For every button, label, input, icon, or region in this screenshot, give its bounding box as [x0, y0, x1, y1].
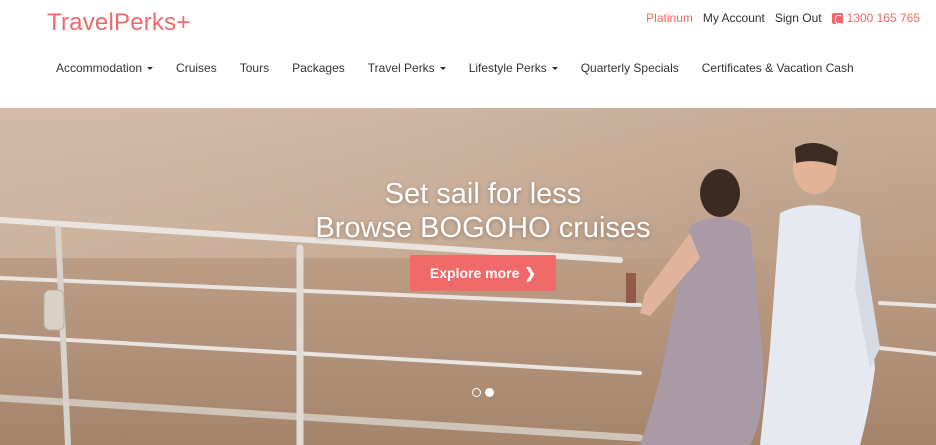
- nav-item-packages[interactable]: Packages: [280, 61, 356, 75]
- phone-link[interactable]: 1300 165 765: [831, 11, 920, 25]
- hero-heading: Set sail for less: [384, 178, 582, 210]
- nav-label: Packages: [292, 61, 345, 75]
- membership-tier: Platinum: [646, 11, 693, 25]
- nav-item-quarterly-specials[interactable]: Quarterly Specials: [569, 61, 690, 75]
- nav-label: Quarterly Specials: [580, 61, 679, 75]
- site-logo[interactable]: TravelPerks+: [47, 9, 191, 37]
- carousel-dot-2[interactable]: [485, 388, 494, 397]
- my-account-link[interactable]: My Account: [703, 11, 765, 25]
- caret-down-icon: [147, 66, 154, 70]
- nav-item-cruises[interactable]: Cruises: [164, 61, 228, 75]
- phone-number: 1300 165 765: [846, 11, 920, 25]
- nav-item-tours[interactable]: Tours: [228, 61, 280, 75]
- nav-label: Tours: [239, 61, 270, 75]
- hero-banner: Set sail for less Browse BOGOHO cruises …: [0, 108, 936, 445]
- nav-item-lifestyle-perks[interactable]: Lifestyle Perks: [457, 61, 569, 75]
- site-header: TravelPerks+ Platinum My Account Sign Ou…: [0, 0, 936, 108]
- account-bar: Platinum My Account Sign Out 1300 165 76…: [646, 11, 920, 25]
- carousel-indicators: [472, 388, 494, 397]
- explore-more-button[interactable]: Explore more ❯: [410, 255, 556, 291]
- caret-down-icon: [439, 66, 446, 70]
- caret-down-icon: [551, 66, 558, 70]
- hero-subheading: Browse BOGOHO cruises: [315, 212, 651, 244]
- nav-label: Cruises: [176, 61, 217, 75]
- nav-label: Certificates & Vacation Cash: [701, 61, 854, 75]
- nav-label: Accommodation: [56, 61, 143, 75]
- chevron-right-icon: ❯: [524, 264, 537, 281]
- phone-icon: [831, 12, 843, 24]
- nav-label: Lifestyle Perks: [468, 61, 547, 75]
- nav-item-accommodation[interactable]: Accommodation: [44, 61, 164, 75]
- explore-more-label: Explore more: [429, 265, 520, 281]
- nav-label: Travel Perks: [367, 61, 435, 75]
- nav-item-travel-perks[interactable]: Travel Perks: [356, 61, 457, 75]
- nav-item-certificates[interactable]: Certificates & Vacation Cash: [690, 61, 865, 75]
- sign-out-link[interactable]: Sign Out: [775, 11, 822, 25]
- main-nav: Accommodation Cruises Tours Packages Tra…: [44, 61, 865, 75]
- carousel-dot-1[interactable]: [472, 388, 481, 397]
